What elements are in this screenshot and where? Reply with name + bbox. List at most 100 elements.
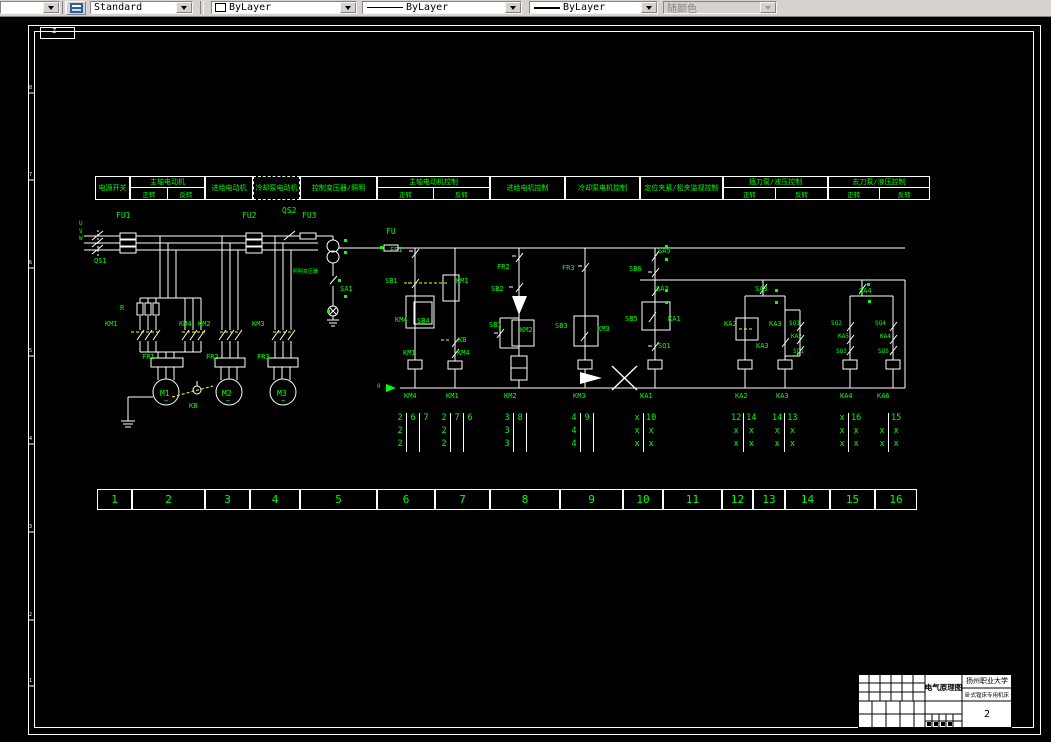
schematic-label: KM4 [179, 320, 192, 328]
function-zone-label: 去刀泵/液压控制 [852, 178, 906, 186]
crossref-value: x [748, 426, 754, 436]
crossref-value: x [853, 426, 859, 436]
schematic-label: FR2 [497, 263, 510, 271]
function-zone-sublabel: 反转 [433, 188, 489, 199]
crossref-value: 2 [397, 439, 403, 449]
crossref-value [527, 439, 539, 452]
function-zone-cell: 冷却泵电动机 [253, 176, 300, 200]
column-number-cell: 16 [875, 489, 917, 510]
crossref-value [876, 413, 888, 426]
function-zone-label: 冷却泵电机控制 [578, 184, 627, 192]
contact-crossref-KM3: 4449 [568, 413, 606, 452]
crossref-value: x [733, 439, 739, 449]
crossref-value: 10 [646, 413, 657, 423]
crossref-value: 2 [397, 426, 403, 436]
schematic-label: 0 [377, 383, 381, 390]
schematic-label: FR3 [257, 353, 270, 361]
schematic-label: 4 [29, 436, 33, 442]
schematic-label: SQ2 [831, 320, 842, 327]
schematic-label: ~ [226, 397, 231, 405]
make-layer-current-button[interactable] [66, 1, 86, 15]
crossref-value: x [839, 426, 845, 436]
lineweight-sample [534, 6, 560, 9]
schematic-label: KM2 [520, 326, 533, 334]
linetype-combo[interactable]: ByLayer [362, 1, 522, 14]
column-number-cell: 15 [830, 489, 875, 510]
crossref-value: 7 [454, 413, 460, 423]
schematic-label: FR1 [390, 246, 403, 254]
function-zone-label: 定位夹紧/松夹监视控制 [644, 184, 719, 192]
crossref-value: 15 [891, 413, 902, 423]
schematic-label: SB5 [625, 315, 638, 323]
layer-combo-arrow[interactable] [43, 2, 59, 13]
contact-crossref-KM2: 3338 [501, 413, 539, 452]
crossref-value: x [648, 439, 654, 449]
function-zone-label: 主轴电动机控制 [409, 178, 458, 186]
function-zone-cell: 定位夹紧/松夹监视控制 [640, 176, 723, 200]
cad-application-window: Standard ByLayer ByLayer ByLayer 随颜色 电源开… [0, 0, 1051, 742]
text-style-combo[interactable]: Standard [90, 1, 193, 14]
schematic-label: Z [52, 27, 57, 35]
column-number-cell: 13 [753, 489, 785, 510]
layer-combo[interactable] [0, 1, 60, 14]
schematic-label: KM3 [573, 392, 586, 400]
crossref-value: x [893, 426, 899, 436]
schematic-label: KM4 [457, 349, 470, 357]
schematic-label: KA4 [840, 392, 853, 400]
crossref-value: x [879, 439, 885, 449]
toolbar-separator [200, 1, 204, 14]
arrow-mark [580, 372, 602, 384]
crossref-value [464, 439, 476, 452]
schematic-label: FR3 [562, 264, 575, 272]
title-block: 电气原理图 扬州职业大学 卧式镗床专用机床 2 [858, 674, 1012, 728]
crossref-value: 2 [441, 439, 447, 449]
crossref-value: 2 [441, 413, 447, 423]
schematic-label: 7 [29, 172, 33, 178]
linetype-arrow[interactable] [505, 2, 521, 13]
schematic-label: FU [386, 227, 396, 236]
chevron-down-icon [765, 5, 771, 10]
crossref-value [451, 439, 463, 452]
schematic-label: 3 [29, 524, 33, 530]
cone-mark [512, 296, 527, 315]
toolbar: Standard ByLayer ByLayer ByLayer 随颜色 [0, 0, 1051, 17]
rail-arrow-mark [386, 384, 396, 392]
chevron-down-icon [181, 5, 187, 10]
schematic-label: SQ1 [793, 348, 804, 355]
column-number-cell: 8 [490, 489, 560, 510]
crossref-value: 3 [504, 439, 510, 449]
lineweight-combo[interactable]: ByLayer [529, 1, 658, 14]
function-zone-cell: 冷却泵电机控制 [565, 176, 640, 200]
crossref-value: x [748, 439, 754, 449]
crossref-value: 14 [746, 413, 757, 423]
schematic-label: 5 [29, 348, 33, 354]
color-arrow[interactable] [340, 2, 356, 13]
schematic-label: KA3 [769, 320, 782, 328]
crossref-value: x [789, 439, 795, 449]
title-drawing-name: 电气原理图 [925, 683, 962, 692]
schematic-drawing [28, 25, 1041, 735]
function-zone-sublabel: 反转 [878, 188, 930, 199]
frame-border [28, 25, 1041, 735]
schematic-label: SA2 [656, 285, 669, 293]
text-style-arrow[interactable] [176, 2, 192, 13]
contact-crossref-KA3: 14 x x 13 x x [770, 413, 800, 452]
schematic-label: FR2 [206, 353, 219, 361]
lineweight-arrow[interactable] [641, 2, 657, 13]
color-combo[interactable]: ByLayer [211, 1, 357, 14]
schematic-label: SB2 [491, 285, 504, 293]
schematic-label: KM1 [105, 320, 118, 328]
chevron-down-icon [48, 5, 54, 10]
schematic-label: 8 [29, 85, 33, 91]
x-mark [611, 365, 638, 391]
schematic-label: FR1 [142, 353, 155, 361]
crossref-value: 9 [584, 413, 590, 423]
crossref-value: 7 [423, 413, 429, 423]
column-number-cell: 1 [97, 489, 132, 510]
contact-crossref-KM4: 22267 [394, 413, 432, 452]
schematic-label: SQ5 [878, 348, 889, 355]
column-number-cell: 12 [722, 489, 753, 510]
schematic-label: FU1 [116, 211, 131, 220]
crossref-value [451, 426, 463, 439]
function-zone-sublabel: 正转 [399, 190, 412, 199]
